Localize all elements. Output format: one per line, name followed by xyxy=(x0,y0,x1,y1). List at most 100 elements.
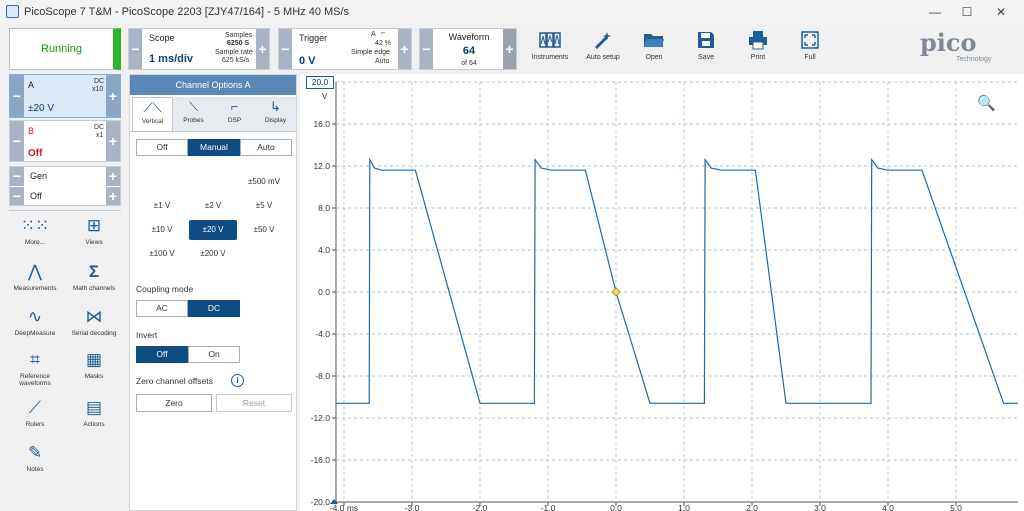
x-tick-label: -1.0 xyxy=(541,503,556,511)
y-tick-label: -4.0 xyxy=(315,329,330,339)
range-500mv[interactable]: ±500 mV xyxy=(240,172,288,192)
waveform-prev-button[interactable]: − xyxy=(420,29,433,69)
x-tick-label: 2.0 xyxy=(746,503,758,511)
range-2v[interactable]: ±2 V xyxy=(189,196,237,216)
range-manual-button[interactable]: Manual xyxy=(188,139,240,156)
trigger-decrease-button[interactable]: − xyxy=(279,29,292,69)
edge-icon: ⌐ xyxy=(381,30,386,37)
scope-title: Scope xyxy=(149,33,175,43)
range-off-button[interactable]: Off xyxy=(136,139,188,156)
math-channels-button[interactable]: Σ Math channels xyxy=(66,262,122,292)
trigger-title: Trigger xyxy=(299,33,328,43)
zero-button[interactable]: Zero xyxy=(136,394,212,412)
probe-icon: ⟍ xyxy=(188,99,199,114)
generator-increase-top[interactable]: + xyxy=(106,167,120,186)
generator-control[interactable]: − − Gen Off + + xyxy=(9,166,121,206)
generator-decrease-bottom[interactable]: − xyxy=(10,187,24,205)
y-tick-label: 8.0 xyxy=(318,203,330,213)
maximize-button[interactable]: ☐ xyxy=(950,0,984,24)
notes-label: Notes xyxy=(26,466,44,473)
full-label: Full xyxy=(804,54,816,61)
coupling-dc-button[interactable]: DC xyxy=(188,300,240,317)
channel-b-control[interactable]: − B DC x1 Off + xyxy=(9,120,121,162)
auto-setup-button[interactable]: Auto setup xyxy=(583,30,623,61)
serial-decoding-label: Serial decoding xyxy=(71,330,117,337)
channel-b-range-increase[interactable]: + xyxy=(106,121,120,161)
open-button[interactable]: Open xyxy=(634,30,674,61)
pico-logo-sub: Technology xyxy=(956,56,992,63)
actions-button[interactable]: ▤ Actions xyxy=(66,398,122,428)
tab-display[interactable]: ↳ Display xyxy=(255,97,296,131)
tab-dsp[interactable]: ⌐ DSP xyxy=(214,97,255,131)
range-10v[interactable]: ±10 V xyxy=(138,220,186,240)
deepmeasure-label: DeepMeasure xyxy=(14,330,56,337)
info-icon[interactable]: i xyxy=(231,374,244,387)
masks-button[interactable]: ▦ Masks xyxy=(66,350,122,380)
trigger-mode: Auto xyxy=(375,58,390,65)
minimize-button[interactable]: — xyxy=(918,0,952,24)
generator-decrease-top[interactable]: − xyxy=(10,167,24,186)
channel-a-range-increase[interactable]: + xyxy=(106,75,120,117)
sample-rate-label: Sample rate xyxy=(215,49,253,56)
views-button[interactable]: ⊞ Views xyxy=(66,216,122,246)
notes-button[interactable]: ✎ Notes xyxy=(7,443,63,473)
trigger-level[interactable]: 0 V xyxy=(299,55,316,67)
channel-b-range-decrease[interactable]: − xyxy=(10,121,24,161)
open-label: Open xyxy=(645,54,663,61)
channel-a-name: A xyxy=(28,80,35,90)
close-button[interactable]: ✕ xyxy=(984,0,1018,24)
timebase-value[interactable]: 1 ms/div xyxy=(149,53,193,65)
channel-a-range-decrease[interactable]: − xyxy=(10,75,24,117)
deepmeasure-button[interactable]: ∿ DeepMeasure xyxy=(7,307,63,337)
range-100v[interactable]: ±100 V xyxy=(138,244,186,264)
full-button[interactable]: Full xyxy=(790,30,830,61)
generator-increase-bottom[interactable]: + xyxy=(106,187,120,205)
instruments-icon xyxy=(539,30,561,50)
range-50v[interactable]: ±50 V xyxy=(240,220,288,240)
coupling-ac-button[interactable]: AC xyxy=(136,300,188,317)
serial-decoding-button[interactable]: ⋈ Serial decoding xyxy=(66,307,122,337)
tab-dsp-label: DSP xyxy=(227,117,242,124)
tab-vertical-label: Vertical xyxy=(141,118,164,125)
channel-a-control[interactable]: − A DC x10 ±20 V + xyxy=(9,74,121,118)
timebase-decrease-button[interactable]: − xyxy=(129,29,142,69)
trigger-increase-button[interactable]: + xyxy=(398,29,411,69)
invert-on-button[interactable]: On xyxy=(188,346,240,363)
reference-waveforms-button[interactable]: ⌗ Reference waveforms xyxy=(7,350,63,387)
tab-vertical[interactable]: ⟋⟍ Vertical xyxy=(132,97,173,131)
channel-a-range: ±20 V xyxy=(28,103,55,114)
y-tick-label: 4.0 xyxy=(318,245,330,255)
range-1v[interactable]: ±1 V xyxy=(138,196,186,216)
x-tick-label: -2.0 xyxy=(473,503,488,511)
more-button[interactable]: ⁙⁙ More... xyxy=(7,216,63,246)
reset-button[interactable]: Reset xyxy=(216,394,292,412)
save-button[interactable]: Save xyxy=(686,30,726,61)
y-tick-label: 12.0 xyxy=(313,161,330,171)
range-auto-button[interactable]: Auto xyxy=(240,139,292,156)
channel-b-range: Off xyxy=(28,148,43,159)
range-5v[interactable]: ±5 V xyxy=(240,196,288,216)
scope-view[interactable]: 20.0 V 🔍 16.0 12.0 8.0 4.0 0.0 -4.0 -8.0 -12.0-… xyxy=(300,74,1024,511)
measurements-button[interactable]: ⋀ Measurements xyxy=(7,262,63,292)
run-stop-button[interactable]: Running xyxy=(9,28,121,70)
tab-divider xyxy=(130,131,296,132)
timebase-increase-button[interactable]: + xyxy=(256,29,269,69)
reference-icon: ⌗ xyxy=(30,350,40,369)
x-tick-label: 1.0 xyxy=(678,503,690,511)
trigger-group: − Trigger 0 V A ⌐ 42 % Simple edge Auto … xyxy=(278,28,412,70)
waveform-number[interactable]: 64 xyxy=(444,45,494,57)
rulers-button[interactable]: ⟋ Rulers xyxy=(7,398,63,428)
waveform-next-button[interactable]: + xyxy=(503,29,516,69)
range-20v[interactable]: ±20 V xyxy=(189,220,237,240)
x-tick-label: -3.0 xyxy=(405,503,420,511)
instruments-button[interactable]: Instruments xyxy=(530,30,570,61)
range-200v[interactable]: ±200 V xyxy=(189,244,237,264)
more-label: More... xyxy=(24,239,46,246)
auto-setup-label: Auto setup xyxy=(586,54,620,61)
invert-off-button[interactable]: Off xyxy=(136,346,188,363)
window-title: PicoScope 7 T&M - PicoScope 2203 [ZJY47/… xyxy=(24,6,350,18)
print-button[interactable]: Print xyxy=(738,30,778,61)
tab-probes[interactable]: ⟍ Probes xyxy=(173,97,214,131)
serial-icon: ⋈ xyxy=(85,307,103,326)
y-tick-label: -8.0 xyxy=(315,371,330,381)
